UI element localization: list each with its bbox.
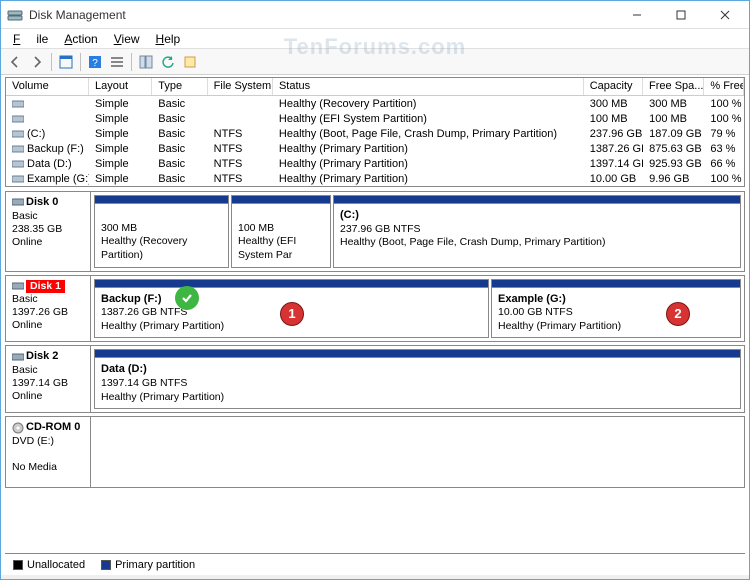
th-type[interactable]: Type (152, 78, 207, 95)
table-row[interactable]: Data (D:)SimpleBasicNTFSHealthy (Primary… (6, 156, 744, 171)
partition-header (232, 196, 330, 204)
disk-state: Online (12, 236, 42, 248)
volume-icon (12, 113, 24, 123)
maximize-button[interactable] (659, 1, 703, 29)
disk-name: Disk 0 (26, 196, 58, 208)
menu-view[interactable]: View (106, 30, 148, 48)
th-volume[interactable]: Volume (6, 78, 89, 95)
disk-icon (12, 351, 24, 363)
th-free[interactable]: Free Spa... (643, 78, 704, 95)
disk-row[interactable]: Disk 1 Basic 1397.26 GB Online Backup (F… (5, 275, 745, 343)
toolbar-properties-icon[interactable] (180, 52, 200, 72)
partition-header (95, 196, 228, 204)
partition-header (95, 350, 740, 358)
th-capacity[interactable]: Capacity (584, 78, 643, 95)
table-row[interactable]: (C:)SimpleBasicNTFSHealthy (Boot, Page F… (6, 126, 744, 141)
disk-row[interactable]: CD-ROM 0 DVD (E:) No Media (5, 416, 745, 488)
statusbar (1, 575, 749, 579)
table-row[interactable]: SimpleBasicHealthy (EFI System Partition… (6, 111, 744, 126)
disk-name-selected: Disk 1 (26, 280, 65, 293)
volume-icon (12, 98, 24, 108)
table-row[interactable]: Example (G:)SimpleBasicNTFSHealthy (Prim… (6, 171, 744, 186)
legend: Unallocated Primary partition (5, 553, 745, 575)
volume-icon (12, 143, 24, 153)
disk-icon (12, 280, 24, 292)
legend-unallocated-icon (13, 560, 23, 570)
volume-icon (12, 128, 24, 138)
menu-file[interactable]: File (5, 30, 56, 48)
svg-text:?: ? (92, 58, 98, 69)
volume-icon (12, 158, 24, 168)
toolbar-refresh-icon[interactable] (158, 52, 178, 72)
partition-box[interactable]: Backup (F:)1387.26 GB NTFSHealthy (Prima… (94, 279, 489, 339)
forward-button[interactable] (27, 52, 47, 72)
volume-table: Volume Layout Type File System Status Ca… (5, 77, 745, 187)
partition-box[interactable]: (C:)237.96 GB NTFSHealthy (Boot, Page Fi… (333, 195, 741, 268)
th-pct[interactable]: % Free (704, 78, 744, 95)
volume-icon (12, 173, 24, 183)
disk-row[interactable]: Disk 2 Basic 1397.14 GB Online Data (D:)… (5, 345, 745, 413)
disk-size: 238.35 GB (12, 223, 62, 235)
disk-row[interactable]: Disk 0 Basic 238.35 GB Online 300 MBHeal… (5, 191, 745, 272)
table-row[interactable]: Backup (F:)SimpleBasicNTFSHealthy (Prima… (6, 141, 744, 156)
table-row[interactable]: SimpleBasicHealthy (Recovery Partition)3… (6, 96, 744, 111)
app-icon (7, 7, 23, 23)
minimize-button[interactable] (615, 1, 659, 29)
partition-box[interactable]: Data (D:)1397.14 GB NTFSHealthy (Primary… (94, 349, 741, 409)
partition-header (492, 280, 740, 288)
cdrom-icon (12, 422, 24, 434)
checkmark-icon (175, 286, 199, 310)
disk-icon (12, 196, 24, 208)
partition-header (95, 280, 488, 288)
th-layout[interactable]: Layout (89, 78, 152, 95)
partition-box[interactable]: 300 MBHealthy (Recovery Partition) (94, 195, 229, 268)
annotation-2: 2 (666, 302, 690, 326)
th-fs[interactable]: File System (208, 78, 273, 95)
partition-header (334, 196, 740, 204)
partition-box[interactable]: 100 MBHealthy (EFI System Par (231, 195, 331, 268)
help-icon[interactable]: ? (85, 52, 105, 72)
th-status[interactable]: Status (273, 78, 584, 95)
menu-action[interactable]: Action (56, 30, 105, 48)
close-button[interactable] (703, 1, 747, 29)
back-button[interactable] (5, 52, 25, 72)
annotation-1: 1 (280, 302, 304, 326)
toolbar-layout-icon[interactable] (136, 52, 156, 72)
partition-box[interactable]: Example (G:)10.00 GB NTFSHealthy (Primar… (491, 279, 741, 339)
toolbar-view-icon[interactable] (56, 52, 76, 72)
window-title: Disk Management (29, 8, 615, 22)
menu-help[interactable]: Help (148, 30, 189, 48)
legend-primary-icon (101, 560, 111, 570)
toolbar-list-icon[interactable] (107, 52, 127, 72)
disk-type: Basic (12, 210, 38, 222)
